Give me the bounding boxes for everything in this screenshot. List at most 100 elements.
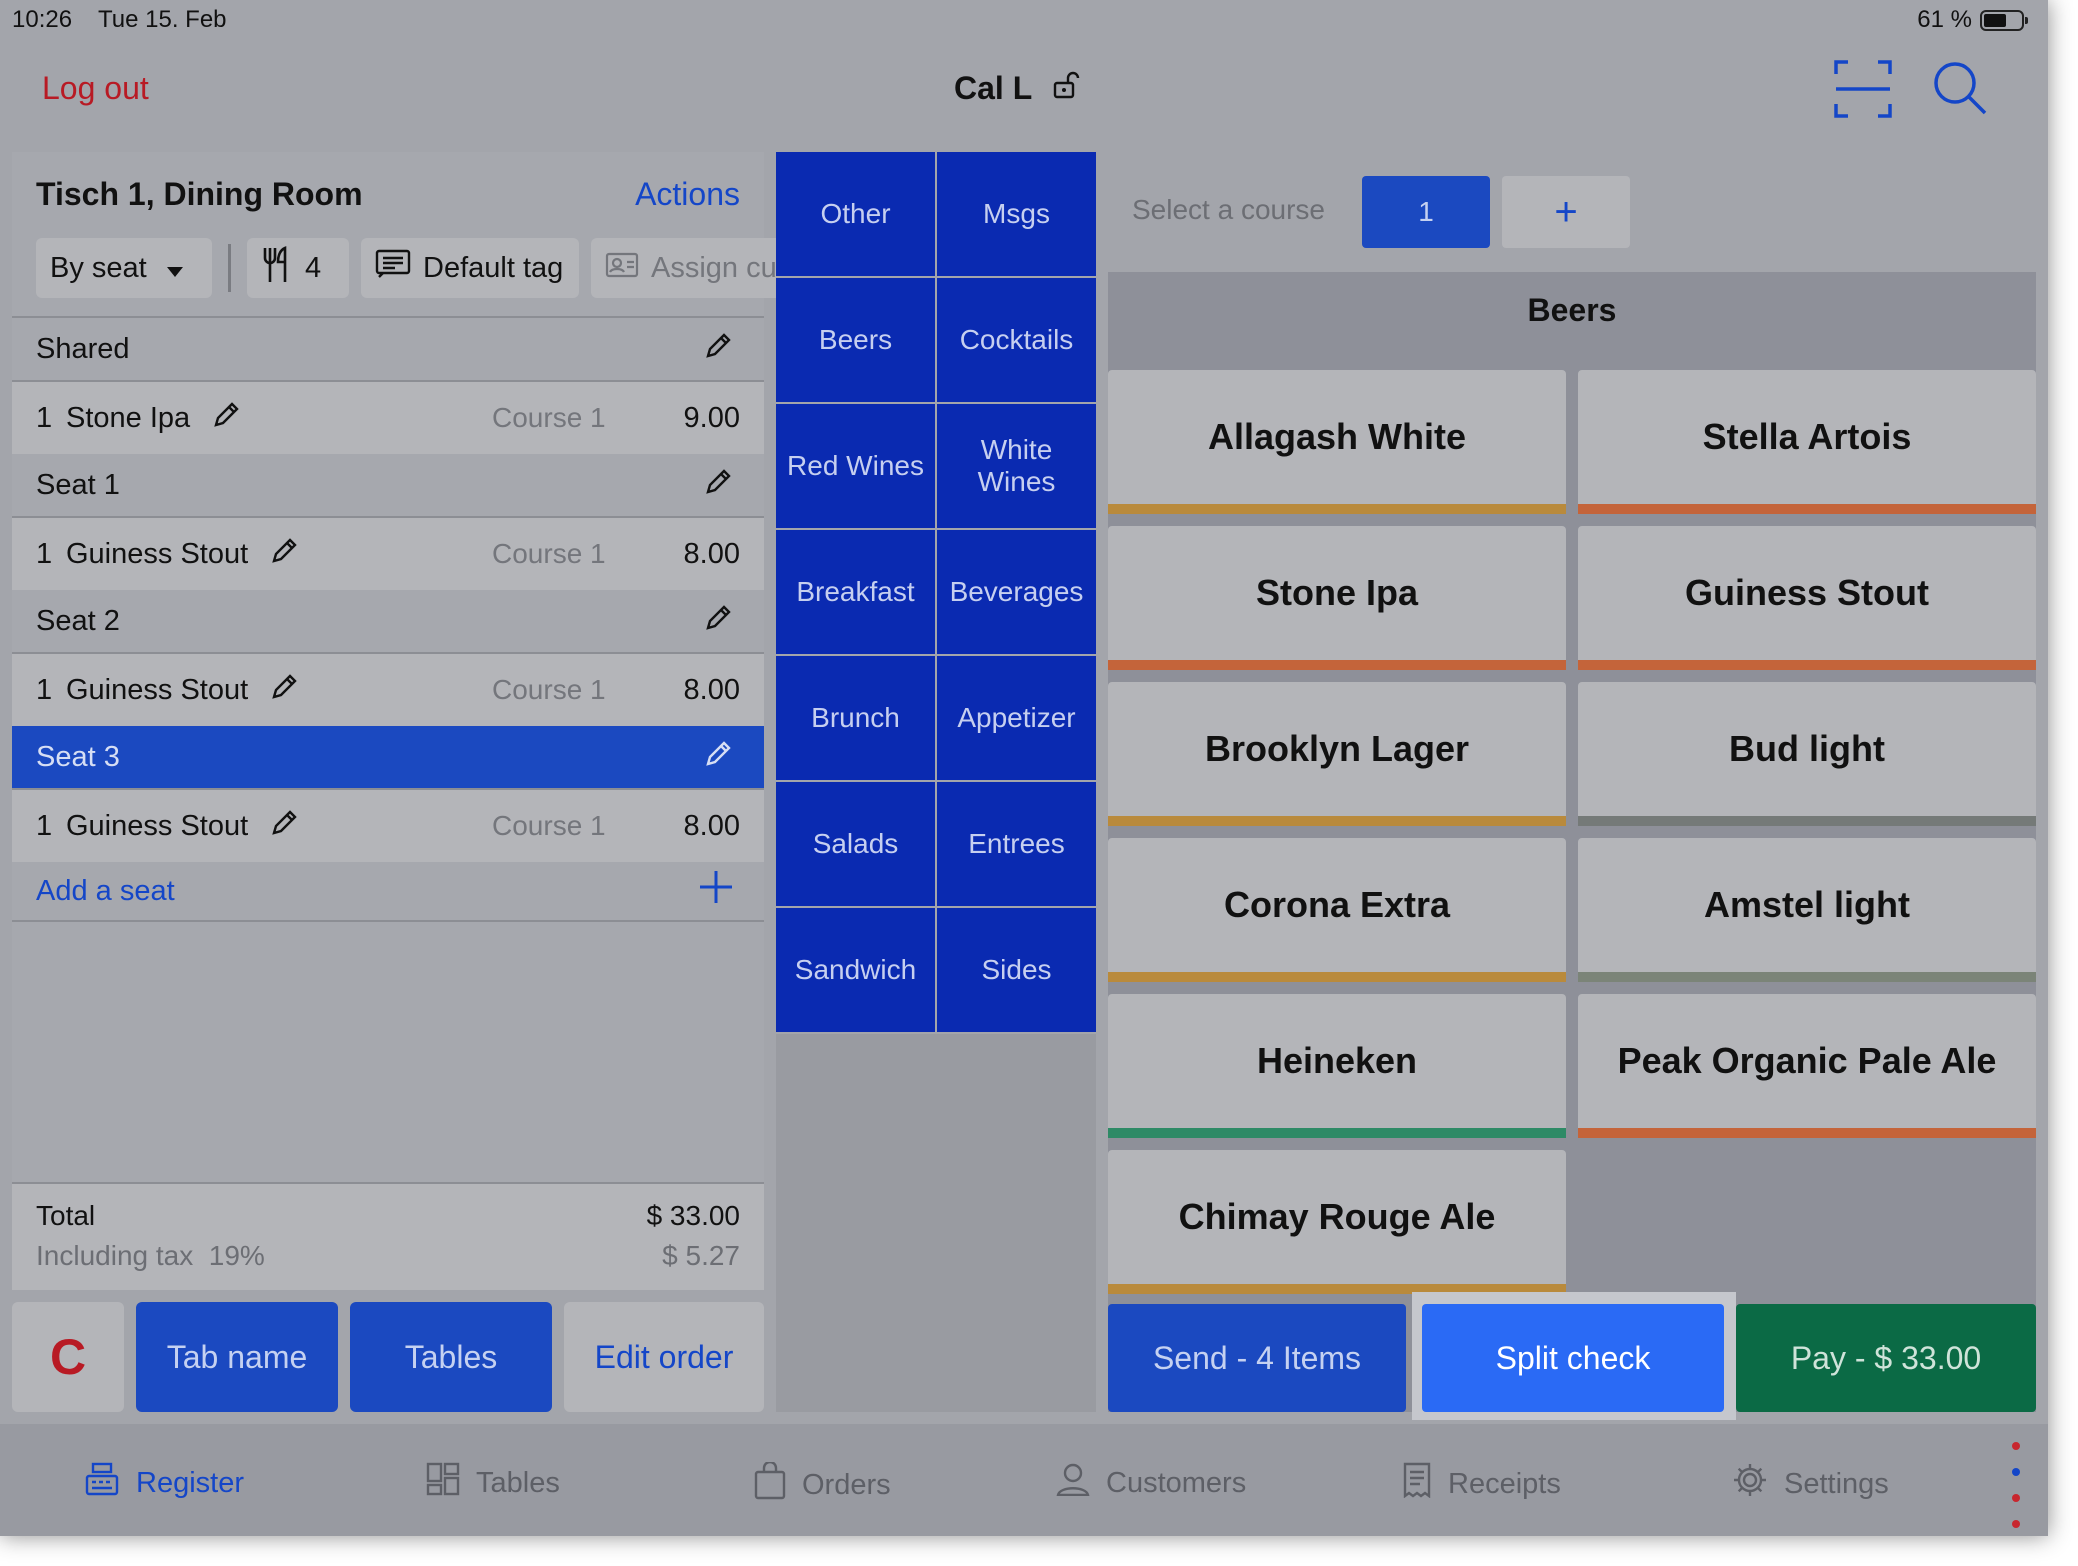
order-empty-area — [12, 922, 764, 1184]
product-guiness-stout[interactable]: Guiness Stout — [1578, 526, 2036, 670]
by-seat-dropdown[interactable]: By seat — [36, 238, 212, 298]
item-qty: 1 — [36, 673, 53, 706]
pencil-icon[interactable] — [704, 330, 734, 368]
total-label: Total — [36, 1200, 96, 1231]
product-brooklyn-lager[interactable]: Brooklyn Lager — [1108, 682, 1566, 826]
category-white-wines[interactable]: White Wines — [937, 404, 1096, 528]
dot — [2012, 1520, 2020, 1528]
current-user[interactable]: Cal L — [954, 70, 1080, 107]
plus-icon[interactable] — [698, 869, 734, 913]
course-1-button[interactable]: 1 — [1362, 176, 1490, 248]
product-stone-ipa[interactable]: Stone Ipa — [1108, 526, 1566, 670]
category-beverages[interactable]: Beverages — [937, 530, 1096, 654]
clear-button[interactable]: C — [12, 1302, 124, 1412]
tab-settings[interactable]: Settings — [1732, 1462, 1889, 1506]
assign-customer-chip[interactable]: Assign cu — [591, 238, 791, 298]
seat-header-1[interactable]: Seat 1 — [12, 454, 764, 518]
product-amstel-light[interactable]: Amstel light — [1578, 838, 2036, 982]
seat-header-2[interactable]: Seat 2 — [12, 590, 764, 654]
pencil-icon[interactable] — [270, 535, 300, 573]
tab-name-button[interactable]: Tab name — [136, 1302, 338, 1412]
total-value: $ 33.00 — [646, 1200, 740, 1231]
order-item[interactable]: 1 Guiness Stout Course 1 8.00 — [12, 518, 764, 590]
top-bar: Log out Cal L — [0, 40, 2048, 140]
send-button[interactable]: Send - 4 Items — [1108, 1304, 1406, 1412]
pencil-icon[interactable] — [212, 399, 242, 437]
category-cocktails[interactable]: Cocktails — [937, 278, 1096, 402]
category-red-wines[interactable]: Red Wines — [776, 404, 935, 528]
item-price: 8.00 — [683, 809, 740, 842]
actions-button[interactable]: Actions — [635, 176, 740, 213]
product-peak-organic-pale-ale[interactable]: Peak Organic Pale Ale — [1578, 994, 2036, 1138]
tab-customers[interactable]: Customers — [1056, 1462, 1246, 1504]
default-tag-chip[interactable]: Default tag — [361, 238, 579, 298]
app-window: 10:26 Tue 15. Feb 61 % Log out Cal L Tis… — [0, 0, 2048, 1536]
tab-bar: Register Tables Orders Customers Receipt… — [0, 1424, 2048, 1536]
category-sandwich[interactable]: Sandwich — [776, 908, 935, 1032]
unlock-icon[interactable] — [1052, 70, 1080, 107]
search-icon[interactable] — [1932, 60, 1988, 123]
tab-tables[interactable]: Tables — [426, 1462, 560, 1504]
more-dots-icon[interactable] — [2012, 1442, 2020, 1528]
battery-icon — [1980, 9, 2028, 31]
logout-button[interactable]: Log out — [42, 70, 149, 107]
dot — [2012, 1468, 2020, 1476]
product-chimay-rouge-ale[interactable]: Chimay Rouge Ale — [1108, 1150, 1566, 1294]
pencil-icon[interactable] — [704, 602, 734, 640]
tables-button[interactable]: Tables — [350, 1302, 552, 1412]
edit-order-button[interactable]: Edit order — [564, 1302, 764, 1412]
pencil-icon[interactable] — [270, 807, 300, 845]
category-other[interactable]: Other — [776, 152, 935, 276]
item-course: Course 1 — [492, 538, 606, 569]
tab-label: Receipts — [1448, 1467, 1561, 1500]
product-bud-light[interactable]: Bud light — [1578, 682, 2036, 826]
category-brunch[interactable]: Brunch — [776, 656, 935, 780]
seat-header-3[interactable]: Seat 3 — [12, 726, 764, 790]
guest-count-chip[interactable]: 4 — [247, 238, 349, 298]
category-salads[interactable]: Salads — [776, 782, 935, 906]
order-panel: Tisch 1, Dining Room Actions By seat 4 D… — [12, 152, 791, 1290]
assign-customer-label: Assign cu — [651, 251, 777, 284]
product-allagash-white[interactable]: Allagash White — [1108, 370, 1566, 514]
order-item[interactable]: 1 Guiness Stout Course 1 8.00 — [12, 790, 764, 862]
item-name: Stone Ipa — [66, 401, 191, 434]
product-stella-artois[interactable]: Stella Artois — [1578, 370, 2036, 514]
id-card-icon — [605, 250, 639, 286]
seat-label: Seat 1 — [36, 468, 120, 501]
split-check-button[interactable]: Split check — [1422, 1304, 1724, 1412]
category-msgs[interactable]: Msgs — [937, 152, 1096, 276]
category-breakfast[interactable]: Breakfast — [776, 530, 935, 654]
add-seat-button[interactable]: Add a seat — [12, 862, 764, 922]
add-course-button[interactable]: + — [1502, 176, 1630, 248]
category-sides[interactable]: Sides — [937, 908, 1096, 1032]
pencil-icon[interactable] — [704, 466, 734, 504]
user-name: Cal L — [954, 70, 1033, 106]
item-name: Guiness Stout — [66, 809, 249, 842]
status-time: 10:26 — [12, 6, 73, 33]
product-corona-extra[interactable]: Corona Extra — [1108, 838, 1566, 982]
order-item[interactable]: 1 Guiness Stout Course 1 8.00 — [12, 654, 764, 726]
tab-label: Register — [136, 1466, 244, 1499]
order-item[interactable]: 1 Stone Ipa Course 1 9.00 — [12, 382, 764, 454]
pencil-icon[interactable] — [270, 671, 300, 709]
pencil-icon[interactable] — [704, 738, 734, 776]
category-beers[interactable]: Beers — [776, 278, 935, 402]
tab-register[interactable]: Register — [84, 1462, 244, 1504]
battery-percent: 61 % — [1917, 6, 1972, 33]
pay-button[interactable]: Pay - $ 33.00 — [1736, 1304, 2036, 1412]
seat-header-shared[interactable]: Shared — [12, 318, 764, 382]
tables-icon — [426, 1462, 460, 1504]
item-qty: 1 — [36, 809, 53, 842]
scan-icon[interactable] — [1834, 60, 1892, 123]
battery-level — [1984, 13, 2006, 27]
tab-receipts[interactable]: Receipts — [1402, 1462, 1561, 1506]
dot — [2012, 1494, 2020, 1502]
order-title: Tisch 1, Dining Room — [36, 176, 363, 212]
register-icon — [84, 1462, 120, 1504]
product-heineken[interactable]: Heineken — [1108, 994, 1566, 1138]
category-entrees[interactable]: Entrees — [937, 782, 1096, 906]
checkout-buttons: Send - 4 Items Split check Pay - $ 33.00 — [1108, 1292, 2036, 1420]
tab-orders[interactable]: Orders — [754, 1460, 891, 1508]
category-appetizer[interactable]: Appetizer — [937, 656, 1096, 780]
course-select-label: Select a course — [1132, 194, 1325, 225]
